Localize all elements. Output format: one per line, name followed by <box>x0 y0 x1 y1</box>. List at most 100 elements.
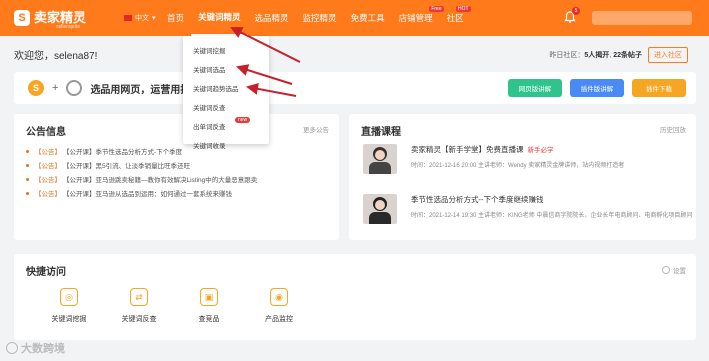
list-item[interactable]: 【公告】 【公开课】黑5引流、让淡季销量比旺季还旺 <box>26 158 257 172</box>
more-notices-link[interactable]: 更多公告 <box>303 124 329 134</box>
quick-label: 关键词反查 <box>121 316 157 323</box>
quick-keyword-reverse[interactable]: ⇄ 关键词反查 <box>104 288 174 324</box>
nav-item-keyword[interactable]: 关键词精灵 <box>191 0 248 36</box>
notification-count: 5 <box>572 7 580 15</box>
new-badge: new <box>235 117 251 123</box>
china-flag-icon <box>124 15 132 21</box>
menu-item-keyword-reverse[interactable]: 关键词反查 <box>183 97 269 116</box>
top-navbar: S 卖家精灵 sellersprite 中文 ▾ 首页 关键词精灵 选品精灵 监… <box>0 0 709 36</box>
notice-text: 【公开课】季节性选品分析方式-下个季度 <box>63 149 183 156</box>
avatar <box>363 144 397 174</box>
product-monitor-icon: ◉ <box>270 288 288 306</box>
avatar <box>363 194 397 224</box>
course-meta: 时间：2021-12-16 20:00 主讲老师：Wendy 卖家精灵金牌讲师，… <box>411 163 625 169</box>
live-course-title: 卖家精灵【新手学堂】免费直播课 新手必学 <box>411 144 701 155</box>
quick-product-monitor[interactable]: ◉ 产品监控 <box>244 288 314 324</box>
bullet-icon <box>26 191 29 195</box>
nav-item-community[interactable]: 社区 HOT <box>440 0 471 36</box>
live-info: 季节性选品分析方式--下个季度继续赚钱 时间：2021-12-14 19:30 … <box>411 194 701 224</box>
settings-button[interactable]: 设置 <box>662 265 686 275</box>
list-item[interactable]: 季节性选品分析方式--下个季度继续赚钱 时间：2021-12-14 19:30 … <box>363 194 701 224</box>
course-title: 季节性选品分析方式--下个季度继续赚钱 <box>411 195 544 204</box>
bullet-icon <box>26 177 29 181</box>
notice-tag: 【公告】 <box>35 191 61 198</box>
bullet-icon <box>26 163 29 167</box>
watermark: 大数跨境 <box>6 340 65 356</box>
gear-icon <box>662 266 670 274</box>
menu-item-keyword-mining[interactable]: 关键词挖掘 <box>183 40 269 59</box>
notice-text: 【公开课】亚马逊从选品到运用：如何通过一套系统来赚钱 <box>63 191 232 198</box>
live-title: 直播课程 <box>361 127 401 138</box>
community-joined: 5人揭开 <box>584 52 610 59</box>
nav-item-store-label: 店铺管理 <box>398 13 433 23</box>
brand-name: 卖家精灵 <box>34 10 87 25</box>
quick-access-card: 快捷访问 设置 ◎ 关键词挖掘 ⇄ 关键词反查 ▣ 查竞品 ◉ 产品监控 <box>14 254 696 340</box>
language-selector[interactable]: 中文 ▾ <box>124 13 160 23</box>
quick-label: 产品监控 <box>265 316 293 323</box>
language-label: 中文 <box>135 15 149 22</box>
welcome-bar: 欢迎您，selena87! 昨日社区：5人揭开, 22条帖子 进入社区 <box>14 44 696 64</box>
community-prefix: 昨日社区： <box>549 52 585 59</box>
course-meta: 时间：2021-12-14 19:30 主讲老师：KING老师 中晨信商字院院长… <box>411 213 693 219</box>
history-replay-link[interactable]: 历史回放 <box>660 124 686 134</box>
settings-label: 设置 <box>673 268 686 275</box>
course-title: 卖家精灵【新手学堂】免费直播课 <box>411 145 524 154</box>
menu-item-order-word-label: 出单词反查 <box>193 123 226 131</box>
nav-item-monitor[interactable]: 监控精灵 <box>296 0 344 36</box>
web-guide-button[interactable]: 网页版讲解 <box>508 79 562 97</box>
promo-banner: S + 选品用网页，运营用插件 网页版讲解 插件版讲解 插件下载 <box>14 72 696 104</box>
brand-mark-icon: S <box>14 10 30 26</box>
menu-item-keyword-selection[interactable]: 关键词选品 <box>183 59 269 78</box>
quick-competitor[interactable]: ▣ 查竞品 <box>174 288 244 324</box>
enter-community-button[interactable]: 进入社区 <box>648 47 688 63</box>
quick-label: 关键词挖掘 <box>51 316 87 323</box>
notice-tag: 【公告】 <box>35 149 61 156</box>
nav-item-product[interactable]: 选品精灵 <box>248 0 296 36</box>
hot-badge: HOT <box>456 6 471 12</box>
list-item[interactable]: 【公告】 【公开课】亚马逊跳卖秘籍—教你有效解决Listing中的大量恶意跟卖 <box>26 172 257 186</box>
main-nav: 首页 关键词精灵 选品精灵 监控精灵 免费工具 店铺管理 Free 社区 HOT <box>160 0 471 36</box>
community-posts: 22条帖子 <box>613 52 642 59</box>
menu-item-keyword-trend[interactable]: 关键词趋势选品 <box>183 78 269 97</box>
watermark-logo-icon <box>6 342 18 354</box>
community-stats: 昨日社区：5人揭开, 22条帖子 <box>549 52 642 59</box>
live-course-card: 直播课程 历史回放 卖家精灵【新手学堂】免费直播课 新手必学 时间：2021-12… <box>349 114 696 240</box>
keyword-mining-icon: ◎ <box>60 288 78 306</box>
live-info: 卖家精灵【新手学堂】免费直播课 新手必学 时间：2021-12-16 20:00 … <box>411 144 701 174</box>
user-menu[interactable] <box>592 11 692 25</box>
plugin-download-button[interactable]: 插件下载 <box>632 79 686 97</box>
chrome-extension-icon <box>66 80 83 96</box>
notice-tag: 【公告】 <box>35 177 61 184</box>
notice-text: 【公开课】黑5引流、让淡季销量比旺季还旺 <box>63 163 191 170</box>
chevron-down-icon: ▾ <box>152 15 156 22</box>
live-course-title: 季节性选品分析方式--下个季度继续赚钱 <box>411 194 701 205</box>
nav-item-home[interactable]: 首页 <box>160 0 191 36</box>
menu-item-order-word[interactable]: 出单词反查 new <box>183 116 269 135</box>
list-item[interactable]: 卖家精灵【新手学堂】免费直播课 新手必学 时间：2021-12-16 20:00 … <box>363 144 701 174</box>
quick-keyword-mining[interactable]: ◎ 关键词挖掘 <box>34 288 104 324</box>
nav-item-community-label: 社区 <box>446 13 464 23</box>
notice-tag: 【公告】 <box>35 163 61 170</box>
notice-title: 公告信息 <box>26 127 66 138</box>
promo-buttons: 网页版讲解 插件版讲解 插件下载 <box>508 79 686 97</box>
nav-item-store[interactable]: 店铺管理 Free <box>392 0 444 36</box>
notice-card: 公告信息 更多公告 【公告】 【公开课】季节性选品分析方式-下个季度 【公告】 … <box>14 114 339 240</box>
menu-item-keyword-index[interactable]: 关键词收录 <box>183 135 269 154</box>
quick-label: 查竞品 <box>198 316 220 323</box>
list-item[interactable]: 【公告】 【公开课】亚马逊从选品到运用：如何通过一套系统来赚钱 <box>26 186 257 200</box>
course-badge: 新手必学 <box>527 147 554 154</box>
keyword-dropdown-menu: 关键词挖掘 关键词选品 关键词趋势选品 关键词反查 出单词反查 new 关键词收… <box>183 36 269 150</box>
welcome-greeting: 欢迎您，selena87! <box>14 50 98 62</box>
competitor-icon: ▣ <box>200 288 218 306</box>
plus-icon: + <box>52 82 59 94</box>
keyword-reverse-icon: ⇄ <box>130 288 148 306</box>
plugin-guide-button[interactable]: 插件版讲解 <box>570 79 624 97</box>
nav-item-free-tools[interactable]: 免费工具 <box>344 0 392 36</box>
quick-access-list: ◎ 关键词挖掘 ⇄ 关键词反查 ▣ 查竞品 ◉ 产品监控 <box>34 288 314 324</box>
brand-subtitle: sellersprite <box>56 24 81 30</box>
community-summary: 昨日社区：5人揭开, 22条帖子 进入社区 <box>549 47 688 63</box>
bullet-icon <box>26 149 29 153</box>
watermark-text: 大数跨境 <box>21 343 65 355</box>
notice-text: 【公开课】亚马逊跳卖秘籍—教你有效解决Listing中的大量恶意跟卖 <box>63 177 258 184</box>
quick-title: 快捷访问 <box>26 267 66 278</box>
